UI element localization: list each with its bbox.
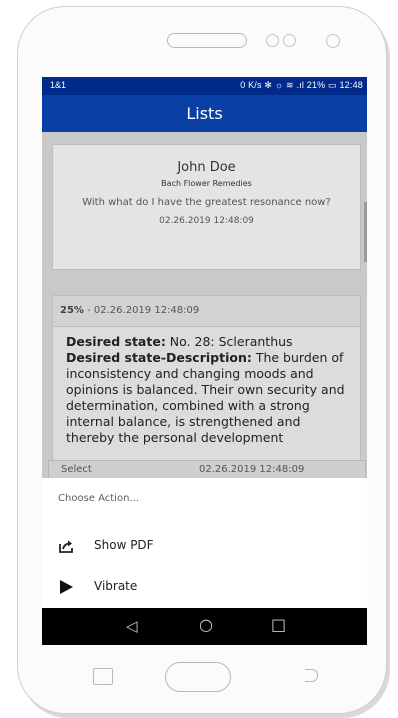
vibrate-label: Vibrate (94, 579, 138, 593)
hardware-home-button[interactable] (165, 662, 231, 692)
desired-state-label: Desired state: (66, 334, 166, 349)
description-label: Desired state-Description: (66, 350, 252, 365)
select-date: 02.26.2019 12:48:09 (199, 464, 305, 475)
hardware-recents-button[interactable] (93, 668, 113, 685)
hardware-back-button[interactable] (305, 669, 318, 682)
sensor-dot (283, 34, 296, 47)
share-icon (59, 540, 73, 553)
phone-screen: 1&1 0 K/s ✻ ☼ ≋ .ıl 21% ▭ 12:48 Lists Jo… (42, 77, 367, 645)
app-bar: Lists (42, 95, 367, 132)
scrollbar[interactable] (364, 202, 367, 262)
result-card[interactable]: 25% - 02.26.2019 12:48:09 Desired state:… (52, 295, 361, 477)
navigation-bar: ◁ ○ □ (42, 608, 367, 645)
result-header: 25% - 02.26.2019 12:48:09 (53, 296, 360, 327)
session-date: 02.26.2019 12:48:09 (159, 216, 254, 226)
speaker-grille (167, 33, 247, 48)
profile-card[interactable]: John Doe Bach Flower Remedies With what … (52, 144, 361, 270)
question-text: With what do I have the greatest resonan… (82, 197, 331, 208)
action-sheet: Choose Action... Show PDF Vibrate (42, 478, 367, 608)
vibrate-button[interactable]: Vibrate (42, 569, 367, 605)
result-date: - 02.26.2019 12:48:09 (83, 305, 200, 316)
client-name: John Doe (177, 160, 236, 175)
desired-state-value: No. 28: Scleranthus (165, 334, 293, 349)
page-title: Lists (186, 104, 223, 123)
sensor-dot (266, 34, 279, 47)
method-name: Bach Flower Remedies (161, 179, 252, 188)
carrier-label: 1&1 (50, 80, 67, 90)
result-percent: 25% (60, 305, 84, 316)
result-body: Desired state: No. 28: Scleranthus Desir… (53, 327, 360, 446)
home-icon[interactable]: ○ (199, 615, 213, 634)
sheet-title: Choose Action... (58, 493, 139, 504)
show-pdf-label: Show PDF (94, 538, 154, 552)
status-bar: 1&1 0 K/s ✻ ☼ ≋ .ıl 21% ▭ 12:48 (42, 77, 367, 95)
front-camera (326, 34, 340, 48)
select-label: Select (61, 464, 92, 475)
recents-icon[interactable]: □ (271, 615, 286, 634)
back-icon[interactable]: ◁ (126, 617, 138, 635)
show-pdf-button[interactable]: Show PDF (42, 528, 367, 564)
play-icon (60, 580, 73, 594)
status-indicators: 0 K/s ✻ ☼ ≋ .ıl 21% ▭ 12:48 (240, 80, 363, 90)
